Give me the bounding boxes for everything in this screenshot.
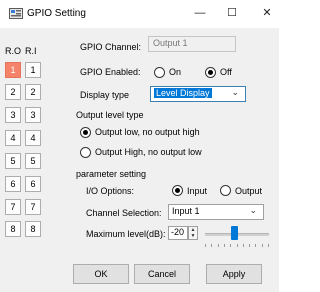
ri-channel-button[interactable]: 7 — [25, 199, 41, 215]
ro-channel-button[interactable]: 1 — [5, 62, 21, 78]
ro-channel-button[interactable]: 2 — [5, 84, 21, 100]
slider-tick — [230, 244, 232, 247]
gpio-enabled-label: GPIO Enabled: — [80, 67, 141, 77]
gpio-channel-field: Output 1 — [148, 36, 236, 52]
channel-selection-label: Channel Selection: — [86, 208, 162, 218]
channel-selection-value: Input 1 — [172, 206, 200, 216]
ro-header: R.O — [5, 46, 22, 56]
max-level-label: Maximum level(dB): — [86, 229, 166, 239]
ok-button[interactable]: OK — [73, 264, 129, 284]
ri-channel-button[interactable]: 4 — [25, 130, 41, 146]
output-high-radio[interactable] — [80, 147, 91, 158]
output-low-radio[interactable] — [80, 127, 91, 138]
io-input-radio[interactable] — [172, 185, 183, 196]
title-bar: GPIO Setting — ☐ ✕ — [0, 0, 279, 28]
slider-tick — [217, 244, 219, 247]
ro-channel-button[interactable]: 8 — [5, 221, 21, 237]
ri-channel-button[interactable]: 1 — [25, 62, 41, 78]
io-input-label[interactable]: Input — [187, 186, 207, 196]
ri-channel-button[interactable]: 3 — [25, 107, 41, 123]
slider-tick — [261, 244, 263, 247]
ri-header: R.I — [25, 46, 37, 56]
gpio-enabled-on-radio[interactable] — [154, 67, 165, 78]
slider-tick — [211, 244, 213, 247]
gpio-enabled-off-radio[interactable] — [205, 67, 216, 78]
gpio-channel-label: GPIO Channel: — [80, 42, 142, 52]
display-type-value: Level Display — [154, 88, 212, 98]
ro-channel-button[interactable]: 7 — [5, 199, 21, 215]
slider-tick — [236, 244, 238, 247]
io-output-label[interactable]: Output — [235, 186, 262, 196]
output-level-heading: Output level type — [76, 110, 144, 120]
chevron-down-icon: ⌄ — [231, 87, 239, 97]
display-type-select[interactable]: Level Display ⌄ — [150, 86, 246, 102]
ri-channel-button[interactable]: 8 — [25, 221, 41, 237]
ri-channel-button[interactable]: 6 — [25, 176, 41, 192]
gpio-setting-window: GPIO Setting — ☐ ✕ R.O R.I 1 2 3 4 5 6 7… — [0, 0, 279, 292]
slider-tick — [242, 244, 244, 247]
apply-button[interactable]: Apply — [206, 264, 262, 284]
display-type-label: Display type — [80, 90, 130, 100]
slider-tick — [249, 244, 251, 247]
output-high-label[interactable]: Output High, no output low — [95, 147, 202, 157]
parameter-heading: parameter setting — [76, 169, 147, 179]
slider-tick — [223, 244, 225, 247]
io-options-label: I/O Options: — [86, 186, 135, 196]
window-title: GPIO Setting — [27, 8, 86, 19]
io-output-radio[interactable] — [220, 185, 231, 196]
slider-tick — [205, 244, 206, 247]
ro-channel-button[interactable]: 4 — [5, 130, 21, 146]
maximize-button[interactable]: ☐ — [220, 4, 244, 22]
app-icon — [9, 8, 23, 19]
gpio-enabled-on-label[interactable]: On — [169, 67, 181, 77]
minimize-button[interactable]: — — [188, 4, 212, 22]
chevron-down-icon: ⌄ — [249, 205, 257, 215]
ro-channel-button[interactable]: 3 — [5, 107, 21, 123]
slider-tick — [268, 244, 269, 247]
close-button[interactable]: ✕ — [255, 4, 279, 22]
channel-selection-select[interactable]: Input 1 ⌄ — [168, 204, 264, 220]
dialog-body: R.O R.I 1 2 3 4 5 6 7 8 1 2 3 4 5 6 7 8 … — [0, 28, 279, 292]
max-level-input[interactable]: -20 — [168, 226, 188, 240]
ri-channel-button[interactable]: 2 — [25, 84, 41, 100]
slider-ticks — [205, 244, 269, 247]
max-level-slider-thumb[interactable] — [230, 226, 238, 240]
output-low-label[interactable]: Output low, no output high — [95, 127, 200, 137]
gpio-enabled-off-label[interactable]: Off — [220, 67, 232, 77]
cancel-button[interactable]: Cancel — [134, 264, 190, 284]
ro-channel-button[interactable]: 5 — [5, 153, 21, 169]
ri-channel-button[interactable]: 5 — [25, 153, 41, 169]
slider-tick — [255, 244, 257, 247]
ro-channel-button[interactable]: 6 — [5, 176, 21, 192]
max-level-spinner[interactable]: ▲ ▼ — [188, 226, 198, 240]
